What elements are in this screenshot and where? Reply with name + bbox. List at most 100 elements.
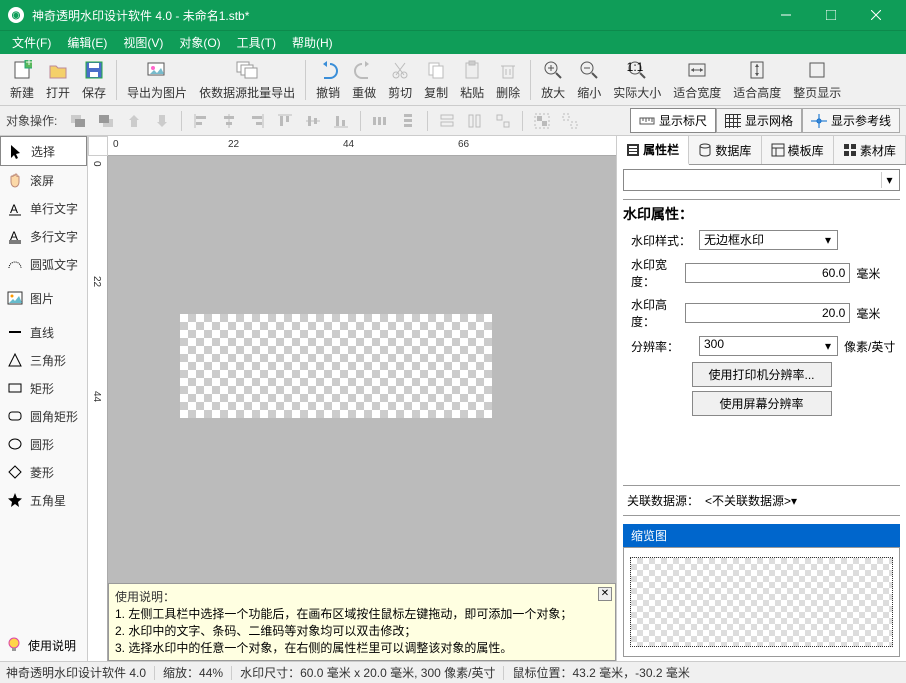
- group-icon[interactable]: [531, 110, 553, 132]
- actual-size-button[interactable]: 1:1实际大小: [607, 56, 667, 104]
- distribute-v-icon[interactable]: [397, 110, 419, 132]
- tool-select[interactable]: 选择: [0, 136, 87, 166]
- same-width-icon[interactable]: [436, 110, 458, 132]
- text-icon: A: [6, 199, 24, 217]
- height-input[interactable]: [685, 303, 850, 323]
- tool-pan[interactable]: 滚屏: [0, 166, 87, 194]
- align-right-icon[interactable]: [246, 110, 268, 132]
- show-ruler-toggle[interactable]: 显示标尺: [630, 108, 716, 133]
- tool-rect[interactable]: 矩形: [0, 374, 87, 402]
- tool-star[interactable]: 五角星: [0, 486, 87, 514]
- fit-width-button[interactable]: 适合宽度: [667, 56, 727, 104]
- assoc-select[interactable]: <不关联数据源>▾: [705, 492, 896, 509]
- width-unit: 毫米: [856, 265, 900, 282]
- height-unit: 毫米: [856, 305, 900, 322]
- tool-line[interactable]: 直线: [0, 318, 87, 346]
- help-close-button[interactable]: ✕: [598, 587, 612, 601]
- menu-file[interactable]: 文件(F): [4, 31, 59, 54]
- menu-view[interactable]: 视图(V): [115, 31, 171, 54]
- tool-image[interactable]: 图片: [0, 284, 87, 312]
- align-middle-v-icon[interactable]: [302, 110, 324, 132]
- align-top-icon[interactable]: [274, 110, 296, 132]
- width-input[interactable]: [685, 263, 850, 283]
- tool-multi-text[interactable]: A多行文字: [0, 222, 87, 250]
- triangle-icon: [6, 351, 24, 369]
- hand-icon: [6, 171, 24, 189]
- tab-assets[interactable]: 素材库: [834, 136, 906, 164]
- paste-button[interactable]: 粘贴: [454, 56, 490, 104]
- props-title: 水印属性：: [623, 199, 900, 224]
- menu-edit[interactable]: 编辑(E): [59, 31, 115, 54]
- tool-ellipse[interactable]: 圆形: [0, 430, 87, 458]
- ruler-corner: [88, 136, 108, 156]
- same-height-icon[interactable]: [464, 110, 486, 132]
- use-printer-dpi-button[interactable]: 使用打印机分辨率...: [692, 362, 832, 387]
- tab-templates[interactable]: 模板库: [762, 136, 834, 164]
- send-back-icon[interactable]: [95, 110, 117, 132]
- save-button[interactable]: 保存: [76, 56, 112, 104]
- object-selector-combo[interactable]: ▾: [623, 169, 900, 191]
- style-select[interactable]: 无边框水印▾: [699, 230, 838, 250]
- zoom-in-button[interactable]: 放大: [535, 56, 571, 104]
- align-left-icon[interactable]: [190, 110, 212, 132]
- diamond-icon: [6, 463, 24, 481]
- cursor-icon: [7, 142, 25, 160]
- redo-button[interactable]: 重做: [346, 56, 382, 104]
- tool-single-text[interactable]: A单行文字: [0, 194, 87, 222]
- status-app: 神奇透明水印设计软件 4.0: [6, 664, 146, 681]
- minimize-button[interactable]: [763, 0, 808, 30]
- window-title: 神奇透明水印设计软件 4.0 - 未命名1.stb*: [32, 7, 763, 24]
- tab-database[interactable]: 数据库: [689, 136, 761, 164]
- tool-diamond[interactable]: 菱形: [0, 458, 87, 486]
- fit-height-button[interactable]: 适合高度: [727, 56, 787, 104]
- thumbnail-preview: [630, 557, 893, 647]
- chevron-down-icon: ▾: [881, 172, 897, 188]
- show-grid-toggle[interactable]: 显示网格: [716, 108, 802, 133]
- menu-object[interactable]: 对象(O): [171, 31, 228, 54]
- help-panel: ✕ 使用说明： 1. 左侧工具栏中选择一个功能后，在画布区域按住鼠标左键拖动，即…: [108, 583, 616, 661]
- bring-forward-icon[interactable]: [123, 110, 145, 132]
- open-button[interactable]: 打开: [40, 56, 76, 104]
- status-size: 水印尺寸：60.0 毫米 x 20.0 毫米, 300 像素/英寸: [240, 664, 495, 681]
- ruler-horizontal: 0 22 44 66: [108, 136, 616, 156]
- menu-tools[interactable]: 工具(T): [229, 31, 284, 54]
- thumb-body: [623, 547, 900, 657]
- copy-button[interactable]: 复制: [418, 56, 454, 104]
- thumb-title: 缩览图: [623, 524, 900, 547]
- tool-arc-text[interactable]: 圆弧文字: [0, 250, 87, 278]
- svg-text:+: +: [25, 60, 32, 69]
- bulb-icon: [6, 636, 22, 655]
- batch-export-button[interactable]: 依数据源批量导出: [193, 56, 301, 104]
- cut-button[interactable]: 剪切: [382, 56, 418, 104]
- style-label: 水印样式：: [623, 232, 693, 249]
- close-button[interactable]: [853, 0, 898, 30]
- maximize-button[interactable]: [808, 0, 853, 30]
- fit-page-button[interactable]: 整页显示: [787, 56, 847, 104]
- align-center-h-icon[interactable]: [218, 110, 240, 132]
- tab-properties[interactable]: 属性栏: [617, 136, 689, 165]
- distribute-h-icon[interactable]: [369, 110, 391, 132]
- export-image-button[interactable]: 导出为图片: [121, 56, 193, 104]
- menu-help[interactable]: 帮助(H): [284, 31, 341, 54]
- app-icon: ◉: [8, 7, 24, 23]
- align-bottom-icon[interactable]: [330, 110, 352, 132]
- ungroup-icon[interactable]: [559, 110, 581, 132]
- status-zoom: 缩放：44%: [163, 664, 223, 681]
- show-guides-toggle[interactable]: 显示参考线: [802, 108, 900, 133]
- bring-front-icon[interactable]: [67, 110, 89, 132]
- new-button[interactable]: +新建: [4, 56, 40, 104]
- same-size-icon[interactable]: [492, 110, 514, 132]
- dpi-select[interactable]: 300▾: [699, 336, 838, 356]
- delete-button[interactable]: 删除: [490, 56, 526, 104]
- use-screen-dpi-button[interactable]: 使用屏幕分辨率: [692, 391, 832, 416]
- tool-round-rect[interactable]: 圆角矩形: [0, 402, 87, 430]
- watermark-canvas[interactable]: [180, 314, 492, 418]
- assoc-label: 关联数据源：: [627, 492, 699, 509]
- zoom-out-button[interactable]: 缩小: [571, 56, 607, 104]
- dpi-label: 分辨率：: [623, 338, 693, 355]
- undo-button[interactable]: 撤销: [310, 56, 346, 104]
- send-backward-icon[interactable]: [151, 110, 173, 132]
- tool-triangle[interactable]: 三角形: [0, 346, 87, 374]
- help-button[interactable]: 使用说明: [0, 630, 87, 661]
- ruler-vertical: 0 22 44: [88, 156, 108, 661]
